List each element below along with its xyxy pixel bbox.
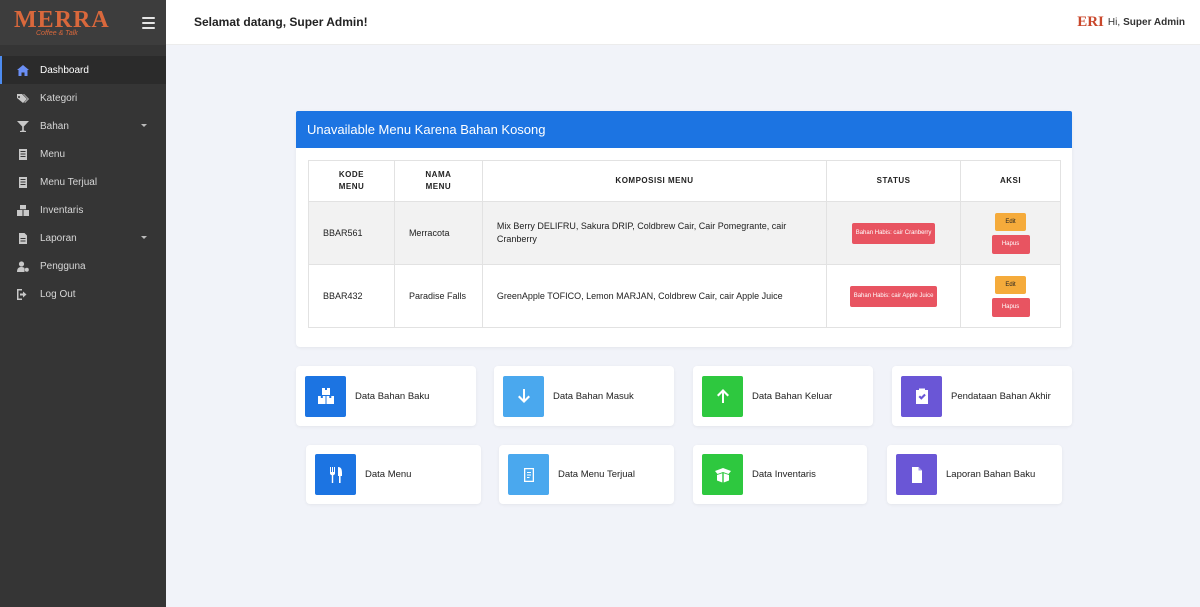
logo-subtitle: Coffee & Talk [36,30,78,37]
user-logo: ERI [1077,13,1104,30]
column-header-nama: NAMA MENU [393,160,483,202]
sidebar-item-label: Menu Terjual [40,176,98,188]
boxes-icon [16,204,30,216]
sidebar-item-inventaris[interactable]: Inventaris [0,196,166,224]
sidebar-item-label: Inventaris [40,204,84,216]
sidebar-item-label: Log Out [40,288,76,300]
cell-kode: BBAR561 [308,201,395,265]
card-data-bahan-masuk[interactable]: Data Bahan Masuk [494,366,674,426]
sidebar-item-kategori[interactable]: Kategori [0,84,166,112]
card-label: Data Menu Terjual [558,469,635,480]
greeting-text: Hi, [1107,16,1121,28]
arrow-down-icon [503,375,544,417]
card-label: Laporan Bahan Baku [946,469,1036,480]
chevron-down-icon [141,124,147,127]
brand-bar: MERRA Coffee & Talk [0,0,166,45]
box-open-icon [702,454,743,495]
column-header-status: STATUS [826,160,962,202]
edit-button[interactable]: Edit [995,275,1027,294]
sidebar-item-label: Dashboard [40,64,89,76]
status-badge: Bahan Habis: cair Apple Juice [849,285,938,307]
sidebar-item-menu[interactable]: Menu [0,140,166,168]
card-data-menu-terjual[interactable]: Data Menu Terjual [499,445,674,504]
sidebar: MERRA Coffee & Talk Dashboard Kategori B… [0,0,166,607]
receipt-icon [508,454,549,495]
table-row: BBAR561 Merracota Mix Berry DELIFRU, Sak… [308,201,1061,265]
clipboard-check-icon [901,375,942,417]
column-header-kode: KODE MENU [308,160,395,202]
sidebar-item-label: Laporan [40,232,77,244]
delete-button[interactable]: Hapus [991,234,1030,254]
card-data-bahan-keluar[interactable]: Data Bahan Keluar [693,366,873,426]
cell-status: Bahan Habis: cair Apple Juice [826,264,962,328]
sidebar-item-label: Bahan [40,120,69,132]
logo-text: MERRA [14,7,110,33]
document-icon [16,148,30,160]
cell-status: Bahan Habis: cair Cranberry [826,201,962,265]
sidebar-item-log-out[interactable]: Log Out [0,280,166,308]
sidebar-item-bahan[interactable]: Bahan [0,112,166,140]
user-menu[interactable]: ERI Hi, Super Admin [1077,13,1185,30]
panel-title: Unavailable Menu Karena Bahan Kosong [296,111,1072,148]
edit-button[interactable]: Edit [995,212,1027,231]
cell-nama: Paradise Falls [393,264,483,328]
cell-aksi: Edit Hapus [960,264,1061,328]
card-label: Data Bahan Keluar [752,390,833,402]
table-header-row: KODE MENU NAMA MENU KOMPOSISI MENU STATUS … [308,160,1061,202]
boxes-icon [305,375,346,417]
cell-kode: BBAR432 [308,264,395,328]
card-label: Data Bahan Baku [355,390,430,402]
card-label: Data Menu [365,469,412,480]
file-icon [896,454,937,495]
card-laporan-bahan-baku[interactable]: Laporan Bahan Baku [887,445,1062,504]
sidebar-item-label: Kategori [40,92,78,104]
tags-icon [16,92,30,104]
column-header-komposisi: KOMPOSISI MENU [481,160,828,202]
sidebar-item-label: Menu [40,148,66,160]
sidebar-item-pengguna[interactable]: Pengguna [0,252,166,280]
document-icon [16,176,30,188]
sidebar-nav: Dashboard Kategori Bahan Menu Menu Terju… [0,56,166,308]
sidebar-item-label: Pengguna [40,260,86,272]
cocktail-icon [16,120,30,132]
card-label: Pendataan Bahan Akhir [951,390,1051,402]
cell-komposisi: GreenApple TOFICO, Lemon MARJAN, Coldbre… [481,264,828,328]
column-header-aksi: AKSI [960,160,1061,202]
card-data-bahan-baku[interactable]: Data Bahan Baku [296,366,476,426]
file-icon [16,232,30,244]
topbar: Selamat datang, Super Admin! ERI Hi, Sup… [166,0,1200,45]
card-label: Data Bahan Masuk [553,390,634,402]
logo[interactable]: MERRA Coffee & Talk [14,8,110,37]
unavailable-menu-panel: Unavailable Menu Karena Bahan Kosong KOD… [296,111,1072,347]
table-row: BBAR432 Paradise Falls GreenApple TOFICO… [308,264,1061,328]
card-label: Data Inventaris [752,469,816,480]
logout-icon [16,288,30,300]
utensils-icon [315,454,356,495]
chevron-down-icon [141,236,147,239]
sidebar-item-laporan[interactable]: Laporan [0,224,166,252]
card-pendataan-bahan-akhir[interactable]: Pendataan Bahan Akhir [892,366,1072,426]
unavailable-menu-table: KODE MENU NAMA MENU KOMPOSISI MENU STATUS … [308,160,1061,328]
user-cog-icon [16,260,30,272]
cell-nama: Merracota [393,201,483,265]
card-data-menu[interactable]: Data Menu [306,445,481,504]
home-icon [16,64,30,76]
arrow-up-icon [702,375,743,417]
cell-komposisi: Mix Berry DELIFRU, Sakura DRIP, Coldbrew… [481,201,828,265]
status-badge: Bahan Habis: cair Cranberry [851,222,936,244]
user-name: Super Admin [1123,16,1185,28]
card-data-inventaris[interactable]: Data Inventaris [693,445,867,504]
hamburger-menu-icon[interactable] [142,16,155,29]
welcome-text: Selamat datang, Super Admin! [194,15,368,29]
sidebar-item-menu-terjual[interactable]: Menu Terjual [0,168,166,196]
delete-button[interactable]: Hapus [991,297,1030,317]
cell-aksi: Edit Hapus [960,201,1061,265]
sidebar-item-dashboard[interactable]: Dashboard [0,56,166,84]
